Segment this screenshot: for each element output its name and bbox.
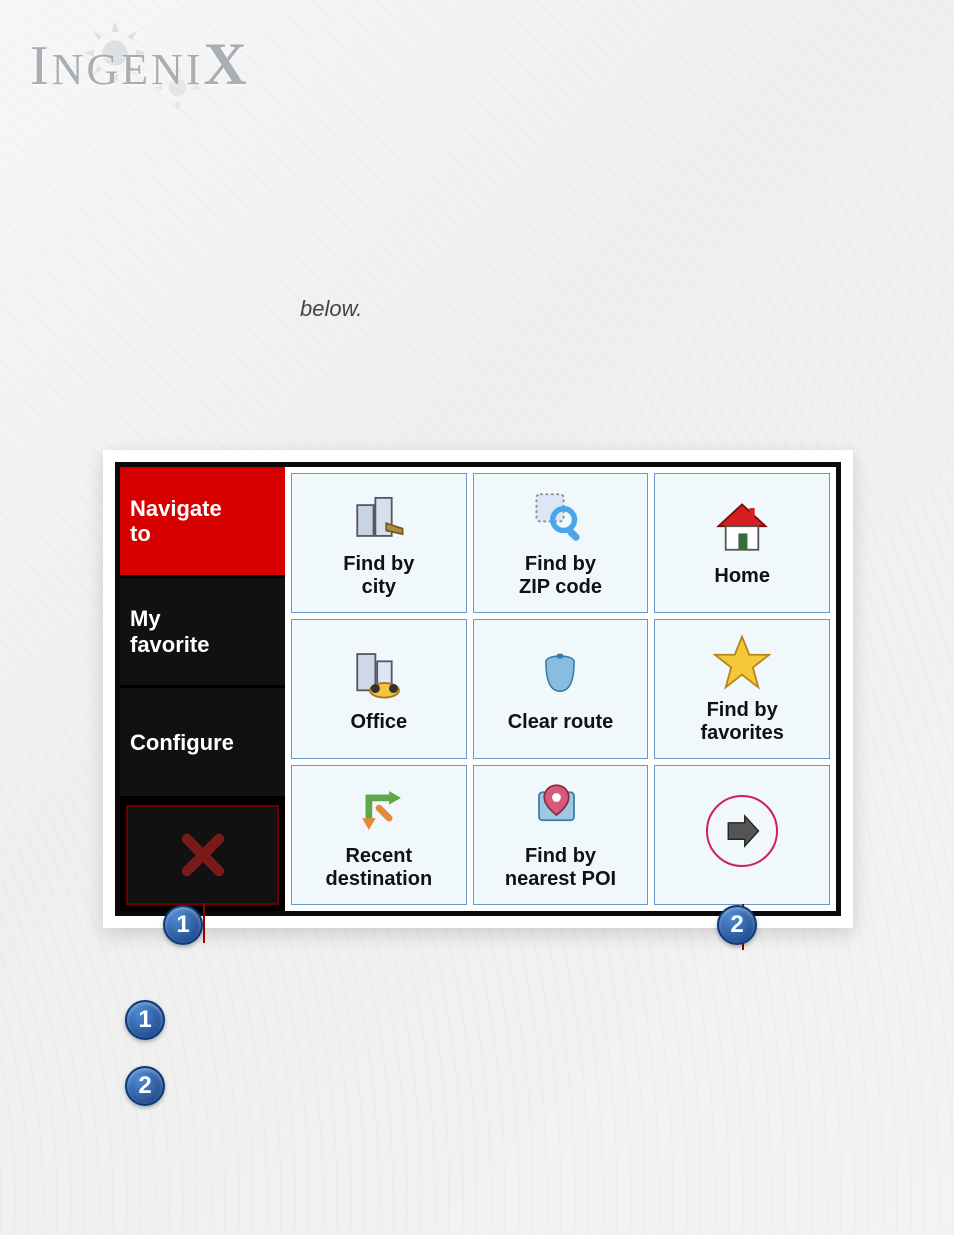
tile-label: Clear route <box>508 711 614 734</box>
sidebar-item-navigate-to[interactable]: Navigate to <box>120 467 285 578</box>
tile-label: Office <box>350 711 407 734</box>
close-button[interactable] <box>126 805 279 905</box>
trash-icon <box>531 645 589 703</box>
callout-badge-1: 1 <box>163 905 203 945</box>
brand-logo: IINGENIXNGENIX <box>30 30 250 99</box>
tile-find-by-city[interactable]: Find by city <box>291 473 467 613</box>
office-icon <box>350 645 408 703</box>
callout-badge-2: 2 <box>717 905 757 945</box>
city-icon <box>350 487 408 545</box>
tile-find-by-favorites[interactable]: Find by favorites <box>654 619 830 759</box>
tile-label: Home <box>714 565 770 588</box>
tile-home[interactable]: Home <box>654 473 830 613</box>
tile-find-by-nearest-poi[interactable]: Find by nearest POI <box>473 765 649 905</box>
sidebar-item-configure[interactable]: Configure <box>120 688 285 799</box>
tile-recent-destination[interactable]: Recent destination <box>291 765 467 905</box>
tile-label: Find by nearest POI <box>505 845 616 891</box>
sidebar-item-label: Navigate to <box>130 496 222 547</box>
sidebar: Navigate to My favorite Configure <box>120 467 285 911</box>
tile-clear-route[interactable]: Clear route <box>473 619 649 759</box>
legend: 1 2 <box>125 1000 185 1132</box>
tile-find-by-zip[interactable]: Find by ZIP code <box>473 473 649 613</box>
intro-text: below. <box>300 296 362 322</box>
sidebar-item-label: Configure <box>130 730 234 755</box>
tile-office[interactable]: Office <box>291 619 467 759</box>
callouts: 1 2 <box>103 895 853 955</box>
arrow-right-icon <box>713 802 771 860</box>
tile-label: Recent destination <box>325 845 432 891</box>
recent-icon <box>350 779 408 837</box>
tile-grid: Find by city Find by ZIP code Home Offic… <box>285 467 836 911</box>
tile-label: Find by ZIP code <box>519 553 602 599</box>
device-screenshot: Navigate to My favorite Configure Find b… <box>103 450 853 928</box>
sidebar-item-label: My favorite <box>130 606 209 657</box>
tile-label: Find by city <box>343 553 414 599</box>
poi-icon <box>531 779 589 837</box>
star-icon <box>713 633 771 691</box>
legend-badge-2: 2 <box>125 1066 165 1106</box>
tile-next-page[interactable] <box>654 765 830 905</box>
tile-label: Find by favorites <box>700 699 783 745</box>
close-icon <box>180 832 226 878</box>
legend-badge-1: 1 <box>125 1000 165 1040</box>
home-icon <box>713 499 771 557</box>
zip-icon <box>531 487 589 545</box>
sidebar-item-my-favorite[interactable]: My favorite <box>120 578 285 689</box>
